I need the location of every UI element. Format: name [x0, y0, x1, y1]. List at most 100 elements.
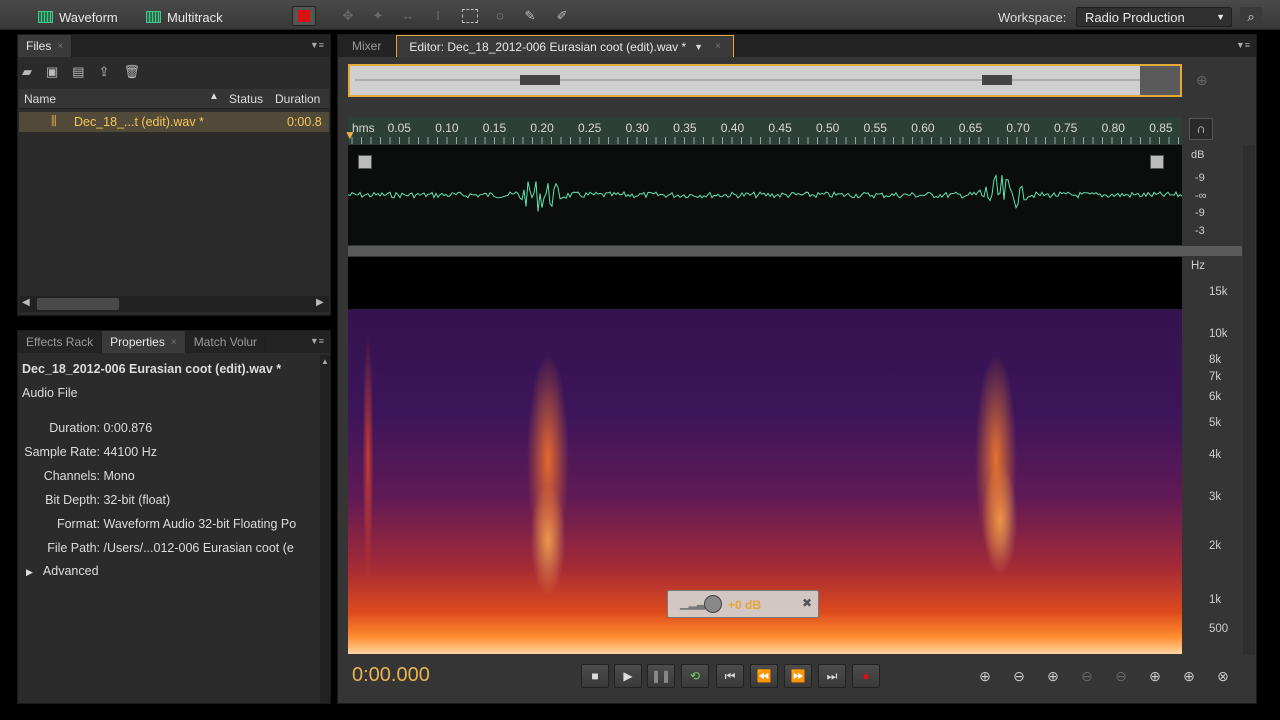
- properties-vertical-scrollbar[interactable]: ▲: [320, 355, 330, 703]
- close-icon[interactable]: ×: [171, 337, 177, 348]
- ruler-label: 0.85: [1149, 121, 1173, 135]
- time-ruler[interactable]: hms 0.05 0.10 0.15 0.20 0.25 0.30 0.35 0.40 0.45 0…: [348, 117, 1182, 144]
- effects-rack-label: Effects Rack: [26, 335, 94, 349]
- razor-tool-icon[interactable]: ✦: [370, 9, 386, 23]
- column-name[interactable]: Name: [24, 92, 56, 106]
- files-tab-label: Files: [26, 39, 52, 53]
- panel-menu-icon[interactable]: ▼≡: [1236, 40, 1250, 50]
- scroll-up-icon[interactable]: ▲: [321, 357, 329, 366]
- zoom-out-full-icon[interactable]: ⊖: [1110, 667, 1132, 685]
- import-icon[interactable]: ▣: [46, 64, 58, 82]
- column-status[interactable]: Status: [229, 92, 263, 106]
- hz-unit: Hz: [1191, 260, 1206, 272]
- prop-value: 44100 Hz: [103, 445, 157, 459]
- multitrack-view-button[interactable]: Multitrack: [140, 6, 233, 28]
- marquee-tool-icon[interactable]: [462, 9, 478, 23]
- time-display[interactable]: 0:00.000: [352, 664, 430, 687]
- healing-tool-icon[interactable]: ✐: [554, 9, 570, 23]
- hud-volume-control[interactable]: ▁▂▃ +0 dB ✖: [667, 590, 819, 618]
- hz-tick: 8k: [1209, 354, 1222, 366]
- waveform-display[interactable]: [348, 145, 1182, 245]
- zoom-in-time-icon[interactable]: ⊕: [1042, 667, 1064, 685]
- sort-up-icon: ▲: [209, 91, 219, 102]
- properties-file-type: Audio File: [22, 386, 78, 400]
- slip-tool-icon[interactable]: ↔: [400, 9, 416, 23]
- record-mode-button[interactable]: [292, 6, 316, 26]
- zoom-in-at-end-icon[interactable]: ⊕: [1178, 667, 1200, 685]
- file-row[interactable]: ⫼ Dec_18_...t (edit).wav * 0:00.8: [19, 112, 329, 132]
- tab-files[interactable]: Files ×: [18, 35, 73, 57]
- fade-out-handle[interactable]: [1150, 155, 1164, 169]
- new-file-icon[interactable]: ▤: [72, 64, 84, 82]
- volume-knob[interactable]: [704, 595, 722, 613]
- hz-tick: 15k: [1209, 286, 1228, 298]
- hz-tick: 7k: [1209, 371, 1222, 383]
- go-to-start-button[interactable]: ⏮: [716, 664, 744, 688]
- advanced-disclosure[interactable]: ▶ Advanced: [26, 564, 99, 578]
- db-tick: -∞: [1195, 190, 1207, 202]
- tab-editor[interactable]: Editor: Dec_18_2012-006 Eurasian coot (e…: [396, 35, 734, 57]
- column-duration[interactable]: Duration: [275, 92, 320, 106]
- chevron-down-icon[interactable]: ▼: [694, 42, 703, 52]
- stop-button[interactable]: ■: [581, 664, 609, 688]
- waveform-file-icon: ⫼: [51, 114, 57, 128]
- brush-tool-icon[interactable]: ✎: [522, 9, 538, 23]
- amplitude-scrollbar[interactable]: [1243, 145, 1255, 655]
- multitrack-icon: [146, 11, 161, 23]
- fast-forward-button[interactable]: ⏩: [784, 664, 812, 688]
- hz-tick: 5k: [1209, 417, 1222, 429]
- properties-sample-rate-row: Sample Rate: 44100 Hz: [20, 445, 320, 459]
- ruler-label: 0.20: [530, 121, 554, 135]
- open-folder-icon[interactable]: ▰: [22, 64, 32, 82]
- panel-menu-icon[interactable]: ▼≡: [310, 336, 324, 346]
- pin-icon[interactable]: ✖: [802, 596, 812, 610]
- time-selection-tool-icon[interactable]: I: [430, 9, 446, 23]
- zoom-out-time-icon[interactable]: ⊖: [1076, 667, 1098, 685]
- close-icon[interactable]: ×: [57, 41, 63, 52]
- pause-button[interactable]: ❚❚: [647, 664, 675, 688]
- properties-channels-row: Channels: Mono: [20, 469, 320, 483]
- record-button[interactable]: ●: [852, 664, 880, 688]
- tab-mixer[interactable]: Mixer: [338, 35, 397, 57]
- search-icon[interactable]: ⌕: [1240, 7, 1262, 27]
- fade-in-handle[interactable]: [358, 155, 372, 169]
- trash-icon[interactable]: 🗑: [124, 64, 141, 82]
- close-icon[interactable]: ×: [715, 41, 721, 52]
- overview-scroll-end[interactable]: [1140, 66, 1180, 95]
- workspace-select[interactable]: Radio Production ▼: [1076, 7, 1232, 27]
- tab-match-volume[interactable]: Match Volur: [186, 331, 267, 353]
- move-tool-icon[interactable]: ✥: [340, 9, 356, 23]
- overview-navigator[interactable]: [348, 64, 1182, 97]
- prop-value: Waveform Audio 32-bit Floating Po: [103, 517, 297, 531]
- prop-key: Duration:: [49, 421, 100, 435]
- ruler-label: 0.50: [816, 121, 840, 135]
- scroll-right-icon[interactable]: ▶: [316, 297, 324, 308]
- ruler-label: 0.25: [578, 121, 602, 135]
- scroll-left-icon[interactable]: ◀: [22, 297, 30, 308]
- panel-menu-icon[interactable]: ▼≡: [310, 40, 324, 50]
- headphones-icon[interactable]: ∩: [1189, 118, 1213, 140]
- lasso-tool-icon[interactable]: ◌: [492, 9, 508, 23]
- zoom-in-amplitude-icon[interactable]: ⊕: [974, 667, 996, 685]
- tab-properties[interactable]: Properties ×: [102, 331, 186, 353]
- files-horizontal-scrollbar[interactable]: ◀ ▶: [19, 296, 329, 312]
- db-unit: dB: [1191, 149, 1205, 161]
- scroll-thumb[interactable]: [37, 298, 119, 310]
- playhead-marker-icon[interactable]: ▼: [344, 128, 356, 142]
- workspace-value: Radio Production: [1085, 10, 1185, 25]
- prop-key: File Path:: [47, 541, 100, 555]
- rewind-button[interactable]: ⏪: [750, 664, 778, 688]
- waveform-view-button[interactable]: Waveform: [32, 6, 128, 28]
- tab-effects-rack[interactable]: Effects Rack: [18, 331, 103, 353]
- loop-button[interactable]: ⟲: [681, 664, 709, 688]
- export-icon[interactable]: ⇪: [99, 64, 110, 82]
- zoom-to-selection-icon[interactable]: ⊗: [1212, 667, 1234, 685]
- zoom-out-full-icon[interactable]: ⊕: [1196, 72, 1208, 89]
- zoom-out-amplitude-icon[interactable]: ⊖: [1008, 667, 1030, 685]
- zoom-in-at-start-icon[interactable]: ⊕: [1144, 667, 1166, 685]
- play-button[interactable]: ▶: [614, 664, 642, 688]
- view-splitter[interactable]: [348, 246, 1242, 256]
- prop-key: Bit Depth:: [45, 493, 100, 507]
- overview-burst: [982, 75, 1012, 85]
- go-to-end-button[interactable]: ⏭: [818, 664, 846, 688]
